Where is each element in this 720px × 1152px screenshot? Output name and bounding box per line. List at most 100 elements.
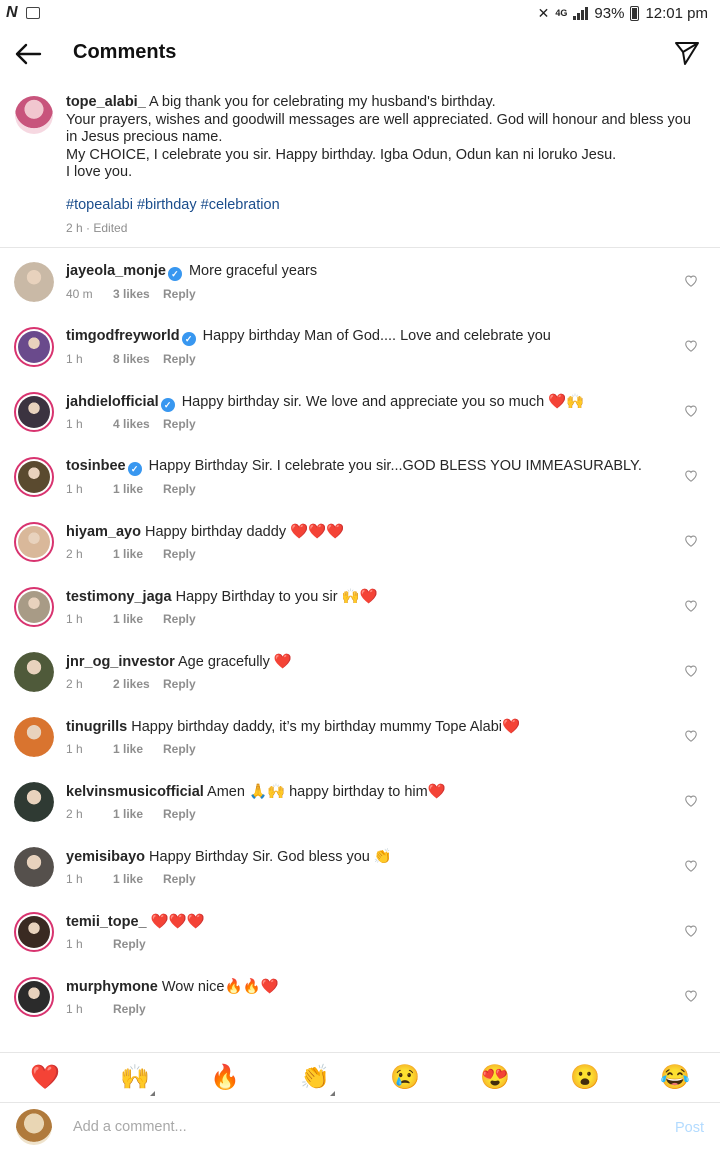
reply-button[interactable]: Reply <box>113 1002 146 1016</box>
avatar[interactable] <box>14 652 54 692</box>
reply-button[interactable]: Reply <box>163 482 196 496</box>
emoji-clapping-hands-glyph: 👏 <box>300 1064 330 1091</box>
comment-time: 2 h <box>66 807 83 821</box>
reply-button[interactable]: Reply <box>163 612 196 626</box>
comment-meta: 1 h 1 like Reply <box>66 482 196 496</box>
reply-button[interactable]: Reply <box>163 677 196 691</box>
heart-like-icon[interactable] <box>684 729 698 743</box>
heart-like-icon[interactable] <box>684 859 698 873</box>
comment-likes[interactable]: 1 like <box>113 742 163 756</box>
comment-time: 1 h <box>66 417 83 431</box>
heart-like-icon[interactable] <box>684 404 698 418</box>
comment-username[interactable]: hiyam_ayo <box>66 524 141 540</box>
comment-username[interactable]: kelvinsmusicofficial <box>66 784 204 800</box>
comment-input[interactable] <box>73 1119 633 1135</box>
comment-username[interactable]: jayeola_monje <box>66 263 166 279</box>
emoji-red-heart[interactable]: ❤️ <box>30 1063 60 1093</box>
reply-button[interactable]: Reply <box>163 547 196 561</box>
comment-username[interactable]: tosinbee <box>66 458 126 474</box>
heart-like-icon[interactable] <box>684 794 698 808</box>
comment-likes[interactable]: 3 likes <box>113 287 163 301</box>
heart-like-icon[interactable] <box>684 274 698 288</box>
comment-row: murphymone Wow nice🔥🔥❤️ 1 h Reply <box>0 965 720 1030</box>
heart-like-icon[interactable] <box>684 599 698 613</box>
comment-row: timgodfreyworld ✓ Happy birthday Man of G… <box>0 315 720 380</box>
send-icon[interactable] <box>674 40 700 66</box>
heart-like-icon[interactable] <box>684 469 698 483</box>
comment-username[interactable]: jnr_og_investor <box>66 654 175 670</box>
mute-icon: ✕ <box>537 4 550 21</box>
reply-button[interactable]: Reply <box>163 287 196 301</box>
reply-button[interactable]: Reply <box>163 807 196 821</box>
caption-hashtags[interactable]: #topealabi #birthday #celebration <box>66 197 280 213</box>
comment-likes[interactable]: 4 likes <box>113 417 163 431</box>
avatar[interactable] <box>14 392 54 432</box>
comment-meta: 1 h Reply <box>66 937 146 951</box>
emoji-crying-face[interactable]: 😢 <box>390 1063 420 1093</box>
avatar[interactable] <box>14 327 54 367</box>
avatar[interactable] <box>14 977 54 1017</box>
comment-text: hiyam_ayo Happy birthday daddy ❤️❤️❤️ <box>66 523 666 540</box>
comment-list[interactable]: jayeola_monje ✓ More graceful years 40 m3… <box>0 250 720 1050</box>
heart-like-icon[interactable] <box>684 989 698 1003</box>
comment-row: yemisibayo Happy Birthday Sir. God bless… <box>0 835 720 900</box>
caption-body: A big thank you for celebrating my husba… <box>66 94 691 180</box>
emoji-fire[interactable]: 🔥 <box>210 1063 240 1093</box>
clock: 12:01 pm <box>645 4 708 22</box>
comment-likes[interactable]: 1 like <box>113 547 163 561</box>
comment-likes[interactable]: 8 likes <box>113 352 163 366</box>
comment-username[interactable]: temii_tope_ <box>66 914 147 930</box>
comment-likes[interactable]: 1 like <box>113 872 163 886</box>
emoji-surprised-face[interactable]: 😮 <box>570 1063 600 1093</box>
reply-button[interactable]: Reply <box>163 872 196 886</box>
comment-meta: 40 m 3 likes Reply <box>66 287 196 301</box>
comment-username[interactable]: murphymone <box>66 979 158 995</box>
avatar[interactable] <box>14 782 54 822</box>
emoji-laughing-face[interactable]: 😂 <box>660 1063 690 1093</box>
emoji-heart-eyes[interactable]: 😍 <box>480 1063 510 1093</box>
page-title: Comments <box>73 41 177 63</box>
comment-text: murphymone Wow nice🔥🔥❤️ <box>66 978 666 995</box>
comment-likes[interactable]: 1 like <box>113 807 163 821</box>
emoji-clapping-hands[interactable]: 👏 <box>300 1063 335 1096</box>
post-button[interactable]: Post <box>675 1120 704 1136</box>
reply-button[interactable]: Reply <box>113 937 146 951</box>
avatar[interactable] <box>14 912 54 952</box>
comment-time: 40 m <box>66 287 93 301</box>
avatar[interactable] <box>14 457 54 497</box>
reply-button[interactable]: Reply <box>163 417 196 431</box>
emoji-bar: ❤️ 🙌 🔥 👏 😢 😍 😮 😂 <box>0 1052 720 1102</box>
comment-meta: 2 h 2 likes Reply <box>66 677 196 691</box>
comment-likes[interactable]: 1 like <box>113 482 163 496</box>
reply-button[interactable]: Reply <box>163 352 196 366</box>
emoji-raised-hands[interactable]: 🙌 <box>120 1063 155 1096</box>
comment-likes[interactable]: 1 like <box>113 612 163 626</box>
battery-percent: 93% <box>594 4 625 22</box>
comment-username[interactable]: timgodfreyworld <box>66 328 180 344</box>
avatar <box>16 1109 52 1145</box>
caption-meta: 2 h · Edited <box>66 221 128 235</box>
avatar[interactable] <box>14 262 54 302</box>
caption-username[interactable]: tope_alabi_ <box>66 94 146 110</box>
comment-message: ❤️❤️❤️ <box>150 914 205 930</box>
reply-button[interactable]: Reply <box>163 742 196 756</box>
comment-username[interactable]: jahdielofficial <box>66 394 159 410</box>
avatar[interactable] <box>14 522 54 562</box>
comment-username[interactable]: testimony_jaga <box>66 589 172 605</box>
comment-row: kelvinsmusicofficial Amen 🙏🙌 happy birth… <box>0 770 720 835</box>
back-arrow-icon[interactable] <box>14 42 42 66</box>
avatar[interactable] <box>14 847 54 887</box>
notification-app-icon: N <box>6 4 18 21</box>
heart-like-icon[interactable] <box>684 534 698 548</box>
avatar[interactable] <box>14 587 54 627</box>
comment-username[interactable]: tinugrills <box>66 719 127 735</box>
comment-likes[interactable]: 2 likes <box>113 677 163 691</box>
comment-time: 1 h <box>66 1002 83 1016</box>
heart-like-icon[interactable] <box>684 339 698 353</box>
comment-username[interactable]: yemisibayo <box>66 849 145 865</box>
avatar[interactable] <box>14 717 54 757</box>
heart-like-icon[interactable] <box>684 664 698 678</box>
post-caption: tope_alabi_ A big thank you for celebrat… <box>0 88 720 248</box>
heart-like-icon[interactable] <box>684 924 698 938</box>
avatar[interactable] <box>15 96 53 134</box>
